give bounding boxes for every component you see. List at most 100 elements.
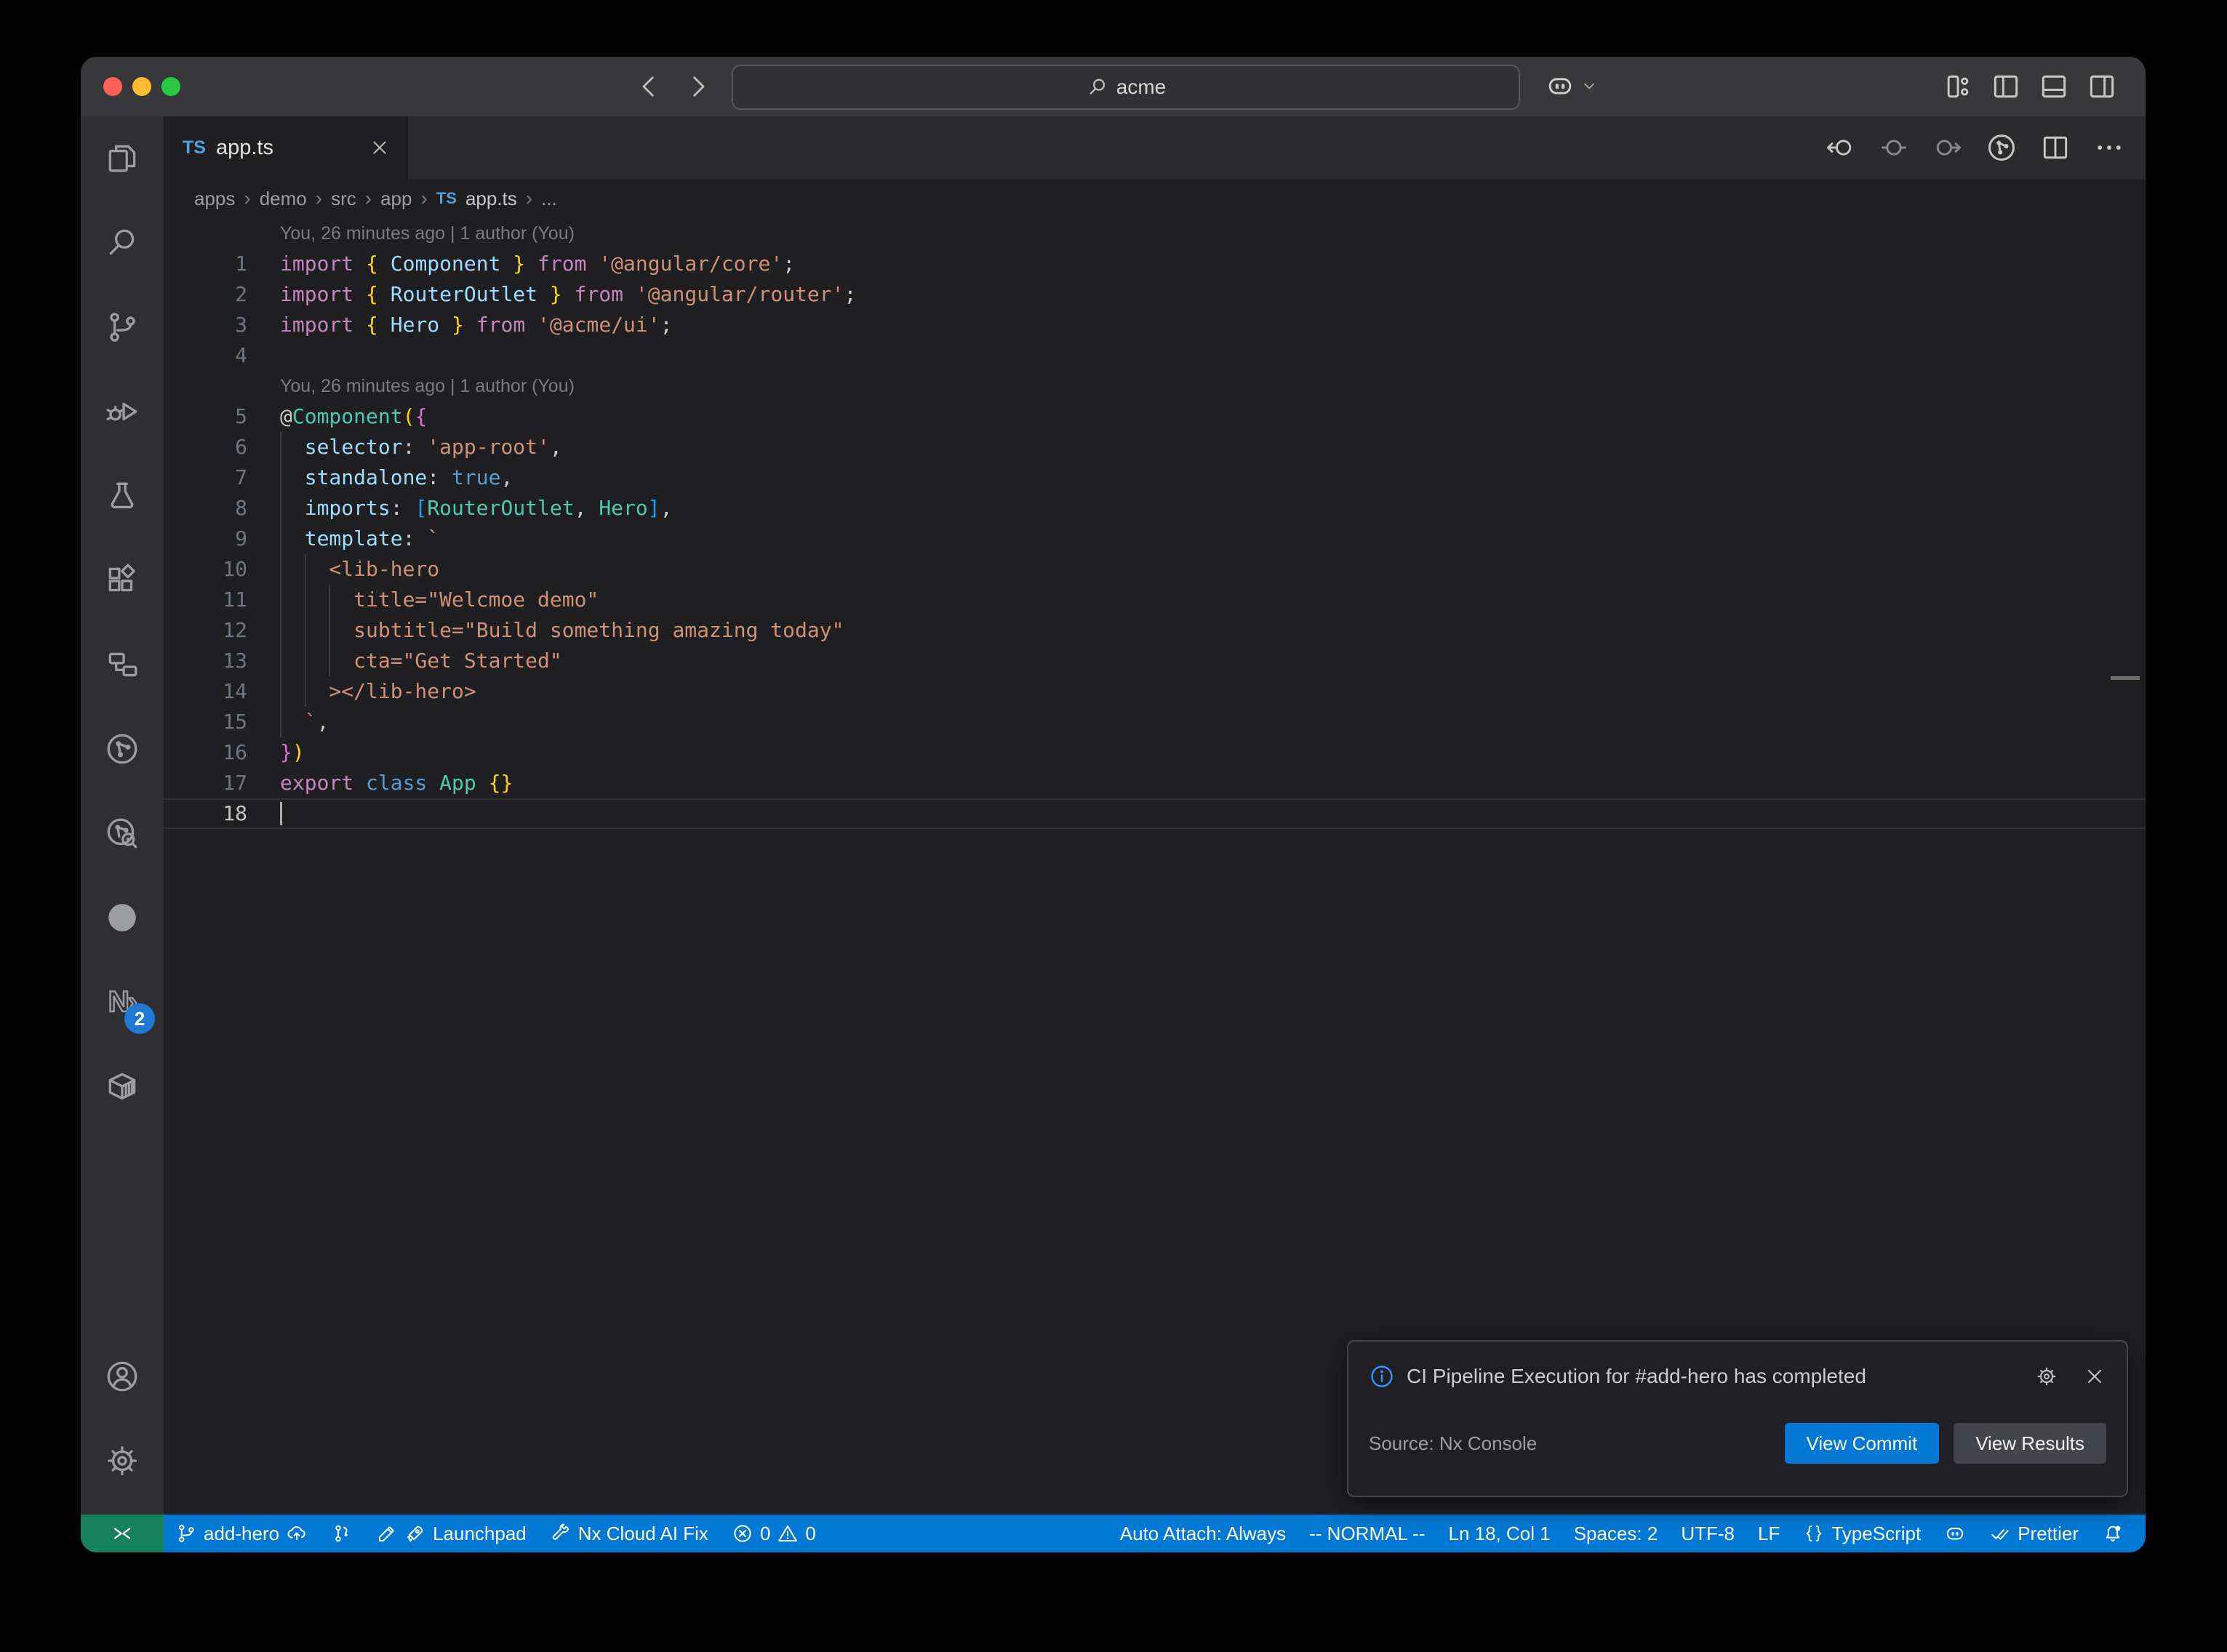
code-line[interactable]: 18: [164, 798, 2146, 829]
text-cursor: [280, 802, 282, 825]
git-branch-icon: [104, 309, 140, 345]
maximize-window-button[interactable]: [161, 77, 180, 96]
sidebar-item-source-control[interactable]: [81, 285, 164, 369]
indentation-status[interactable]: Spaces: 2: [1562, 1515, 1670, 1552]
minimize-window-button[interactable]: [132, 77, 151, 96]
search-value: acme: [1116, 76, 1166, 99]
code-line[interactable]: 16}): [164, 737, 2146, 768]
launchpad-label: Launchpad: [433, 1523, 527, 1545]
toggle-panel-icon[interactable]: [2038, 71, 2070, 103]
view-results-button[interactable]: View Results: [1954, 1423, 2106, 1464]
breadcrumb-item[interactable]: app: [380, 188, 412, 210]
eol-status[interactable]: LF: [1746, 1515, 1791, 1552]
sidebar-item-search[interactable]: [81, 201, 164, 285]
breadcrumb-item[interactable]: apps: [194, 188, 235, 210]
git-branch-status[interactable]: add-hero: [164, 1515, 319, 1552]
sidebar-item-nx-graph[interactable]: [81, 707, 164, 791]
vim-mode-status[interactable]: -- NORMAL --: [1298, 1515, 1436, 1552]
breadcrumb-item[interactable]: demo: [260, 188, 307, 210]
breadcrumb-item[interactable]: app.ts: [465, 188, 517, 210]
auto-attach-status[interactable]: Auto Attach: Always: [1108, 1515, 1298, 1552]
toggle-primary-sidebar-icon[interactable]: [1990, 71, 2022, 103]
notifications-status[interactable]: [2090, 1515, 2135, 1552]
code-line[interactable]: 1import { Component } from '@angular/cor…: [164, 249, 2146, 279]
files-icon: [104, 140, 140, 177]
sidebar-item-extensions[interactable]: [81, 538, 164, 622]
sidebar-item-nx-graph-search[interactable]: [81, 791, 164, 875]
code-line[interactable]: 5@Component({: [164, 401, 2146, 432]
line-number: 3: [164, 310, 247, 340]
line-number: 16: [164, 737, 247, 768]
warning-count: 0: [805, 1523, 815, 1545]
previous-change-icon[interactable]: [1824, 132, 1856, 164]
next-change-icon[interactable]: [1932, 132, 1964, 164]
branch-name: add-hero: [204, 1523, 279, 1545]
code-line[interactable]: 14 ></lib-hero>: [164, 676, 2146, 707]
commit-graph-status[interactable]: [319, 1515, 364, 1552]
copilot-icon: [1544, 70, 1576, 102]
chevron-right-icon: ›: [365, 187, 372, 210]
nx-cloud-status[interactable]: Nx Cloud AI Fix: [538, 1515, 720, 1552]
accounts-button[interactable]: [81, 1334, 164, 1419]
blame-annotation: You, 26 minutes ago | 1 author (You): [164, 218, 2146, 249]
launchpad-status[interactable]: Launchpad: [364, 1515, 538, 1552]
nx-graph-action-icon[interactable]: [1986, 132, 2018, 164]
encoding-status[interactable]: UTF-8: [1669, 1515, 1746, 1552]
copilot-menu[interactable]: [1544, 70, 1598, 102]
scrollbar-mark[interactable]: [2111, 676, 2140, 680]
remote-indicator[interactable]: [81, 1515, 164, 1552]
code-line[interactable]: 3import { Hero } from '@acme/ui';: [164, 310, 2146, 340]
history-forward-icon[interactable]: [683, 71, 713, 102]
code-line[interactable]: 12 subtitle="Build something amazing tod…: [164, 615, 2146, 646]
sidebar-item-containers[interactable]: [81, 1044, 164, 1128]
sidebar-item-nx-console[interactable]: N› 2: [81, 960, 164, 1044]
split-editor-icon[interactable]: [2039, 132, 2071, 164]
settings-button[interactable]: [81, 1419, 164, 1503]
code-line[interactable]: 2import { RouterOutlet } from '@angular/…: [164, 279, 2146, 310]
indent-guide: [280, 432, 281, 462]
customize-layout-icon[interactable]: [1942, 71, 1974, 103]
breadcrumb-item[interactable]: ...: [541, 188, 557, 210]
notification-settings-gear-icon[interactable]: [2035, 1365, 2058, 1388]
history-back-icon[interactable]: [633, 71, 664, 102]
language-mode-status[interactable]: TypeScript: [1791, 1515, 1932, 1552]
close-tab-icon[interactable]: [369, 137, 391, 159]
toggle-secondary-sidebar-icon[interactable]: [2086, 71, 2118, 103]
indent-guide: [305, 585, 306, 615]
commit-graph-icon: [331, 1523, 353, 1544]
more-actions-icon[interactable]: [2093, 132, 2125, 164]
sidebar-item-explorer[interactable]: [81, 116, 164, 201]
sidebar-item-project-flow[interactable]: [81, 622, 164, 707]
sidebar-item-edge-browser[interactable]: [81, 875, 164, 960]
notification-close-icon[interactable]: [2083, 1365, 2106, 1388]
line-number: 4: [164, 340, 247, 371]
code-line[interactable]: 13 cta="Get Started": [164, 646, 2146, 676]
sidebar-item-testing[interactable]: [81, 454, 164, 538]
view-commit-button[interactable]: View Commit: [1785, 1423, 1940, 1464]
current-change-icon[interactable]: [1878, 132, 1910, 164]
code-line[interactable]: 8 imports: [RouterOutlet, Hero],: [164, 493, 2146, 524]
close-window-button[interactable]: [103, 77, 122, 96]
tab-app-ts[interactable]: TS app.ts: [164, 116, 408, 179]
formatter-status[interactable]: Prettier: [1978, 1515, 2090, 1552]
code-line[interactable]: 15 `,: [164, 707, 2146, 737]
sidebar-item-run-debug[interactable]: [81, 369, 164, 454]
problems-status[interactable]: 0 0: [720, 1515, 828, 1552]
code-line[interactable]: 6 selector: 'app-root',: [164, 432, 2146, 462]
breadcrumb: apps› demo› src› app› TS app.ts› ...: [164, 179, 2146, 218]
command-center-search[interactable]: acme: [732, 65, 1520, 110]
code-line[interactable]: 7 standalone: true,: [164, 462, 2146, 493]
code-line[interactable]: 11 title="Welcmoe demo": [164, 585, 2146, 615]
code-line[interactable]: 4: [164, 340, 2146, 371]
code-line[interactable]: 9 template: `: [164, 524, 2146, 554]
line-number: 10: [164, 554, 247, 585]
cursor-position-status[interactable]: Ln 18, Col 1: [1436, 1515, 1562, 1552]
code-editor-lines: You, 26 minutes ago | 1 author (You)1imp…: [164, 218, 2146, 829]
line-number: 8: [164, 493, 247, 524]
code-line[interactable]: 17export class App {}: [164, 768, 2146, 798]
breadcrumb-item[interactable]: src: [331, 188, 356, 210]
copilot-status[interactable]: [1932, 1515, 1978, 1552]
activity-bar: N› 2: [81, 116, 164, 1515]
line-number: 13: [164, 646, 247, 676]
code-line[interactable]: 10 <lib-hero: [164, 554, 2146, 585]
